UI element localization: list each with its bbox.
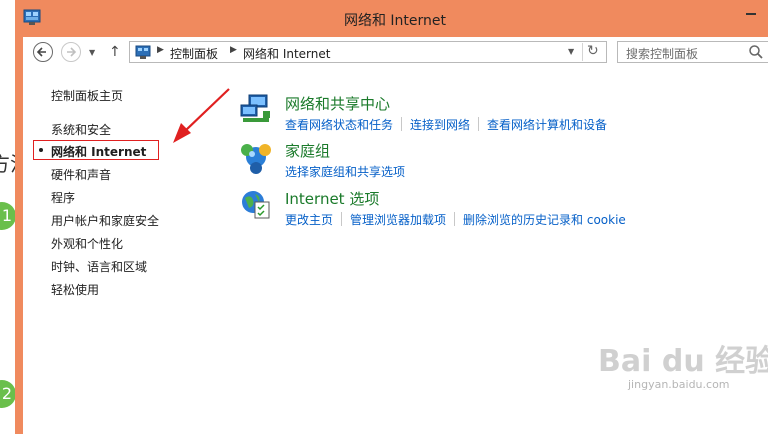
category-links: 查看网络状态和任务 连接到网络 查看网络计算机和设备: [285, 116, 607, 133]
link-manage-addons[interactable]: 管理浏览器加载项: [350, 213, 446, 227]
sidebar-item-hardware-sound[interactable]: 硬件和声音: [51, 166, 111, 183]
title-bar[interactable]: 网络和 Internet: [15, 0, 768, 37]
sidebar-control-panel-home[interactable]: 控制面板主页: [51, 87, 123, 104]
link-view-network-computers[interactable]: 查看网络计算机和设备: [487, 118, 607, 132]
sidebar-item-network-internet[interactable]: 网络和 Internet: [33, 140, 159, 160]
category-title[interactable]: 家庭组: [285, 140, 330, 161]
back-arrow-icon: [36, 47, 46, 57]
back-button[interactable]: [33, 42, 53, 62]
refresh-icon[interactable]: ↻: [587, 43, 599, 59]
address-bar[interactable]: ▶ 控制面板 ▶ 网络和 Internet ▼ ↻: [129, 41, 607, 63]
category-title[interactable]: Internet 选项: [285, 188, 379, 209]
search-input[interactable]: 搜索控制面板: [617, 41, 768, 63]
sidebar-item-clock-language[interactable]: 时钟、语言和区域: [51, 258, 147, 275]
category-links: 选择家庭组和共享选项: [285, 163, 405, 180]
homegroup-icon: [241, 144, 271, 174]
window-title: 网络和 Internet: [343, 13, 447, 29]
sidebar-item-system-security[interactable]: 系统和安全: [51, 121, 111, 138]
breadcrumb-control-panel[interactable]: 控制面板: [170, 45, 218, 62]
search-placeholder: 搜索控制面板: [626, 47, 699, 61]
recent-pages-dropdown-icon[interactable]: ▼: [89, 48, 95, 57]
internet-options-icon: [242, 191, 270, 219]
sidebar-item-label: 网络和 Internet: [51, 145, 147, 159]
link-delete-history[interactable]: 删除浏览的历史记录和 cookie: [463, 213, 626, 227]
minimize-icon[interactable]: [741, 6, 761, 22]
forward-arrow-icon: [67, 47, 77, 57]
sidebar-item-programs[interactable]: 程序: [51, 189, 75, 206]
category-links: 更改主页 管理浏览器加载项 删除浏览的历史记录和 cookie: [285, 211, 626, 228]
address-dropdown-icon[interactable]: ▼: [568, 47, 574, 56]
sidebar-item-appearance[interactable]: 外观和个性化: [51, 235, 123, 252]
network-center-icon: [240, 94, 270, 122]
link-divider: [401, 117, 403, 131]
navigation-bar: ▼ ↑ ▶ 控制面板 ▶ 网络和 Internet ▼ ↻ 搜索控制面板: [23, 37, 768, 67]
link-homegroup-sharing-options[interactable]: 选择家庭组和共享选项: [285, 165, 405, 179]
link-divider: [478, 117, 480, 131]
control-panel-small-icon: [135, 45, 151, 59]
link-view-network-status[interactable]: 查看网络状态和任务: [285, 118, 393, 132]
breadcrumb-separator-icon[interactable]: ▶: [230, 45, 237, 55]
breadcrumb-separator-icon[interactable]: ▶: [157, 45, 164, 55]
link-connect-to-network[interactable]: 连接到网络: [410, 118, 470, 132]
sidebar-item-ease-of-access[interactable]: 轻松使用: [51, 281, 99, 298]
active-bullet-icon: [39, 148, 43, 152]
category-title[interactable]: 网络和共享中心: [285, 93, 390, 114]
breadcrumb-network-internet[interactable]: 网络和 Internet: [243, 45, 330, 62]
watermark-logo: Bai du 经验: [598, 344, 768, 379]
link-change-homepage[interactable]: 更改主页: [285, 213, 333, 227]
link-divider: [341, 212, 343, 226]
forward-button[interactable]: [61, 42, 81, 62]
annotation-arrow-icon: [173, 88, 230, 143]
watermark: Bai du 经验 jingyan.baidu.com: [576, 330, 768, 400]
watermark-url: jingyan.baidu.com: [628, 378, 730, 391]
sidebar-item-user-accounts[interactable]: 用户帐户和家庭安全: [51, 212, 159, 229]
background-step-1: 1: [0, 202, 16, 230]
background-step-2: 2: [0, 380, 16, 408]
up-level-icon[interactable]: ↑: [109, 44, 121, 60]
search-icon[interactable]: [748, 44, 764, 60]
link-divider: [454, 212, 456, 226]
address-divider: [582, 43, 583, 61]
